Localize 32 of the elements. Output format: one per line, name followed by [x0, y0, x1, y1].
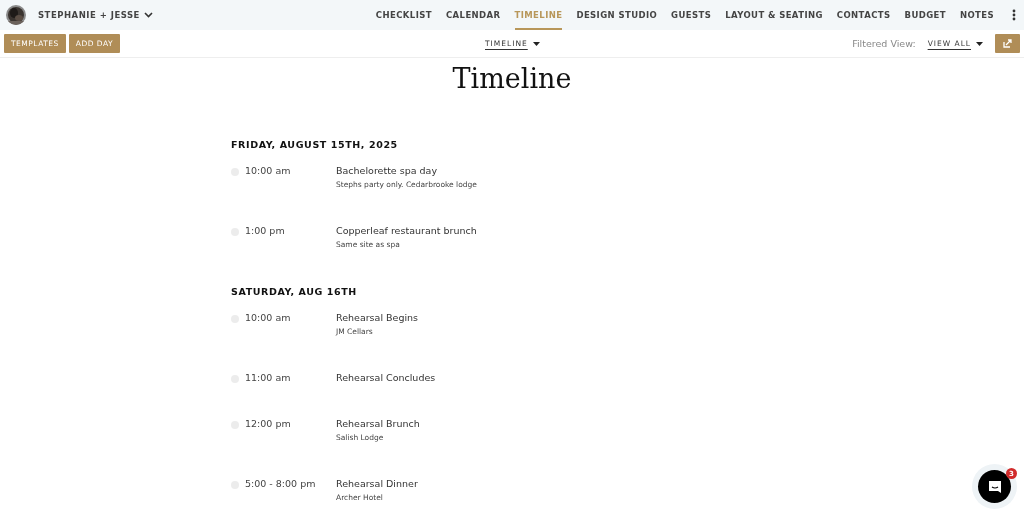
account-menu[interactable]: STEPHANIE + JESSE [38, 10, 153, 20]
nav-tab[interactable]: BUDGET [904, 0, 946, 30]
event-title: Rehearsal Begins [336, 312, 419, 323]
event-title: Rehearsal Concludes [336, 372, 436, 383]
page-title: Timeline [451, 63, 573, 96]
event-title: Copperleaf restaurant brunch [336, 225, 477, 236]
chevron-down-icon [143, 12, 153, 18]
nav-tab[interactable]: CALENDAR [445, 0, 501, 30]
export-button[interactable] [995, 34, 1020, 53]
event-time: 10:00 am [245, 165, 292, 176]
more-icon[interactable] [1012, 9, 1016, 21]
event-time: 12:00 pm [245, 418, 292, 429]
nav-tab[interactable]: DESIGN STUDIO [576, 0, 658, 30]
nav-tab[interactable]: GUESTS [671, 0, 712, 30]
event-title: Rehearsal Brunch [336, 418, 420, 429]
event-time: 1:00 pm [245, 225, 286, 236]
filter-label: Filtered View: [852, 38, 916, 49]
export-icon [1003, 39, 1012, 48]
nav-tab[interactable]: CHECKLIST [375, 0, 432, 30]
nav-tab[interactable]: NOTES [959, 0, 994, 30]
caret-icon [976, 41, 983, 46]
event-title: Rehearsal Dinner [336, 478, 418, 489]
nav-tab[interactable]: CONTACTS [836, 0, 891, 30]
event-time: 11:00 am [245, 372, 292, 383]
day-heading: SATURDAY, AUG 16TH [231, 285, 358, 299]
event-title: Bachelorette spa day [336, 165, 439, 176]
event-time: 5:00 - 8:00 pm [245, 478, 317, 489]
event-time: 10:00 am [245, 312, 292, 323]
caret-icon [532, 41, 540, 46]
day-heading: FRIDAY, AUGUST 15TH, 2025 [231, 138, 399, 152]
nav-tab[interactable]: LAYOUT & SEATING [725, 0, 823, 30]
chat-icon [986, 478, 1003, 495]
